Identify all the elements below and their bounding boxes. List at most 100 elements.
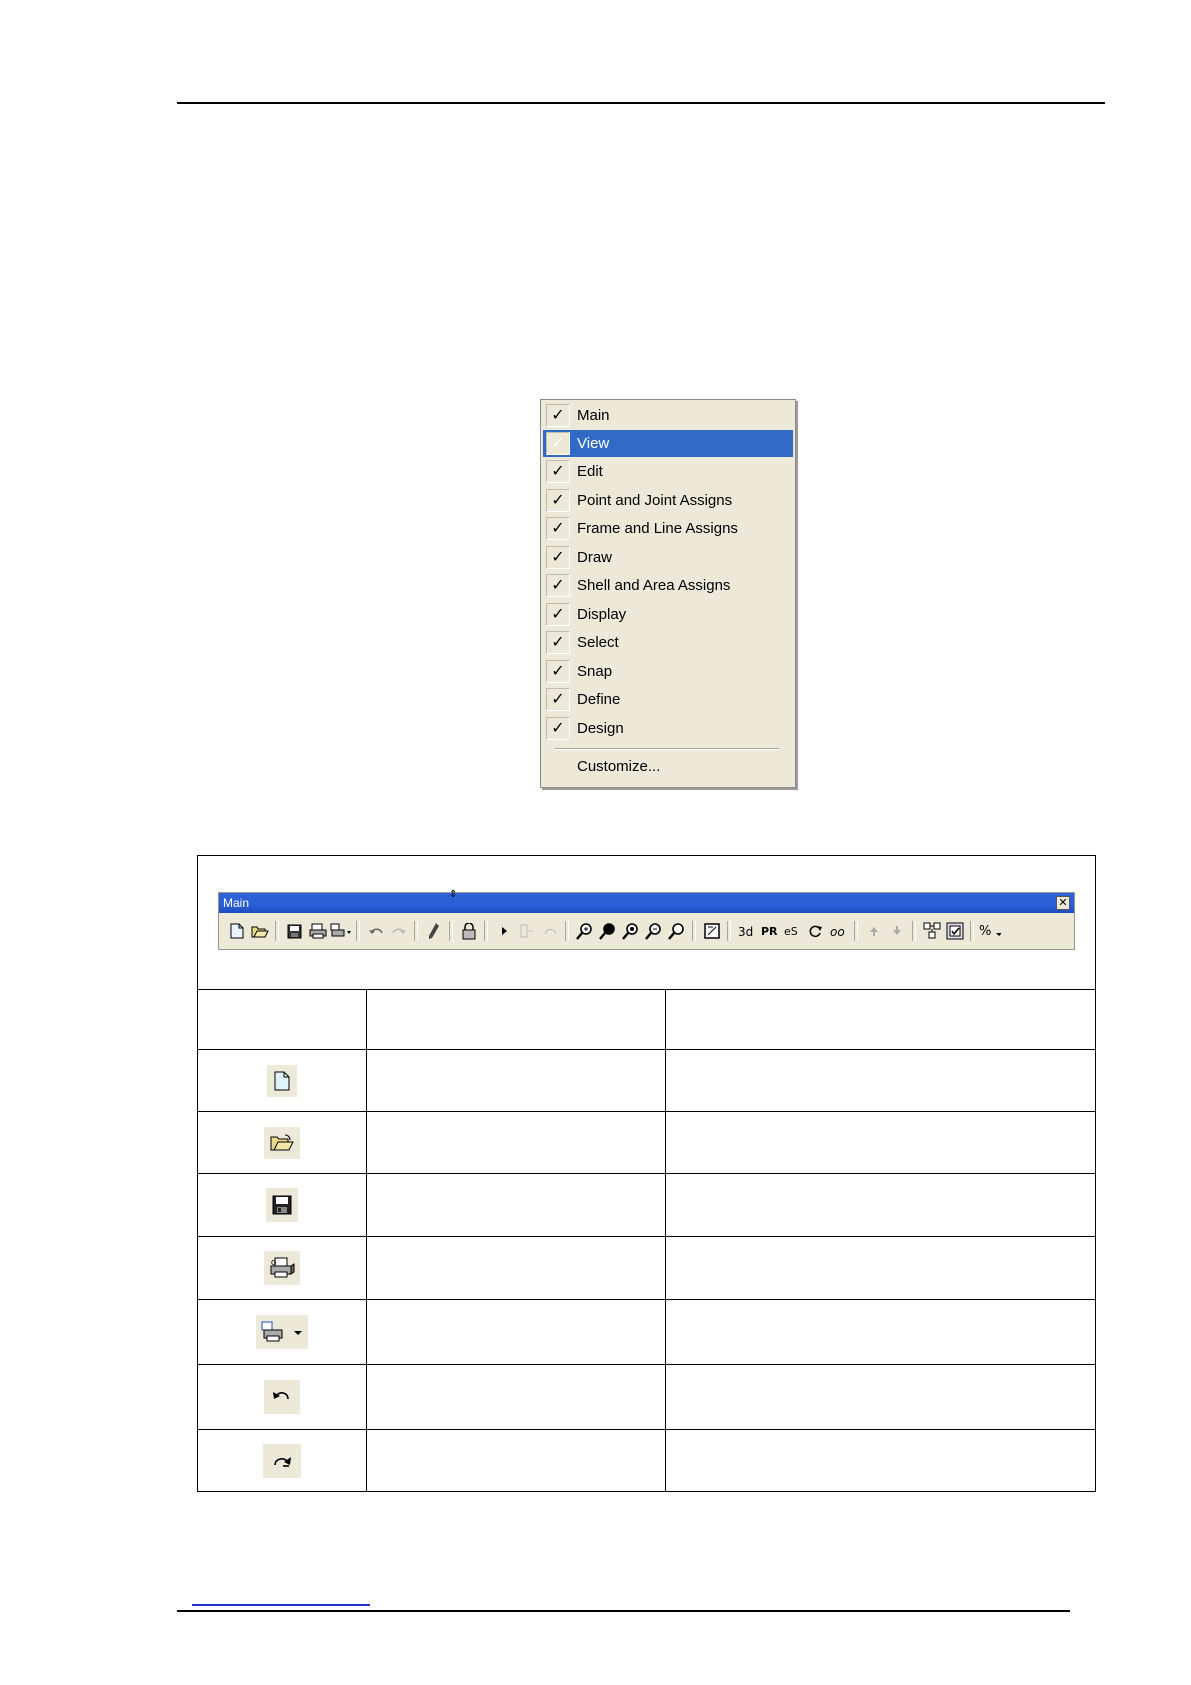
menu-item-frame-line-assigns[interactable]: ✓ Frame and Line Assigns	[543, 515, 793, 542]
toolbar-separator	[727, 921, 731, 941]
toolbar-title-bar[interactable]: Main ⇕ ✕	[219, 890, 1074, 913]
run-icon[interactable]	[492, 920, 515, 942]
menu-separator	[555, 748, 779, 750]
toolbar-separator	[414, 921, 418, 941]
menu-item-shell-area-assigns[interactable]: ✓ Shell and Area Assigns	[543, 572, 793, 599]
menu-item-snap[interactable]: ✓ Snap	[543, 658, 793, 685]
up-arrow-icon[interactable]	[862, 920, 885, 942]
zoom-pan-icon[interactable]	[665, 920, 688, 942]
toolbar-reference-table: Main ⇕ ✕ 3d PR eS oo % G	[197, 855, 1096, 1492]
footer-rule	[177, 1610, 1070, 1612]
step-icon[interactable]	[515, 920, 538, 942]
zoom-window-icon[interactable]	[573, 920, 596, 942]
toolbar-separator	[356, 921, 360, 941]
check-icon: ✓	[546, 688, 570, 711]
save-icon[interactable]	[283, 920, 306, 942]
refresh-icon[interactable]	[422, 920, 445, 942]
table-header-row	[198, 990, 1095, 1050]
check-icon: ✓	[546, 432, 570, 455]
menu-item-point-joint-assigns[interactable]: ✓ Point and Joint Assigns	[543, 487, 793, 514]
main-toolbar: Main ⇕ ✕ 3d PR eS oo %	[218, 890, 1075, 950]
toolbar-separator	[275, 921, 279, 941]
redo-icon	[263, 1444, 301, 1478]
new-file-icon	[267, 1064, 297, 1097]
toolbar-separator	[449, 921, 453, 941]
table-row	[198, 1050, 1095, 1112]
toolbar-separator	[692, 921, 696, 941]
open-folder-icon[interactable]	[248, 920, 271, 942]
elevation-view-icon[interactable]: eS	[781, 920, 804, 942]
object-shrink-icon[interactable]	[920, 920, 943, 942]
rubber-band-icon[interactable]	[700, 920, 723, 942]
menu-item-label: Design	[577, 720, 624, 737]
3d-view-icon[interactable]: 3d	[735, 920, 758, 942]
menu-item-main[interactable]: ✓ Main	[543, 402, 793, 429]
table-row	[198, 1365, 1095, 1430]
menu-item-label: Shell and Area Assigns	[577, 577, 731, 594]
save-icon	[266, 1188, 298, 1222]
menu-item-label: View	[577, 435, 610, 452]
menu-item-design[interactable]: ✓ Design	[543, 715, 793, 742]
table-row	[198, 1174, 1095, 1237]
table-row	[198, 1112, 1095, 1174]
footer-link[interactable]	[192, 1604, 370, 1606]
zoom-in-icon[interactable]	[596, 920, 619, 942]
toolbar-image-cell: Main ⇕ ✕ 3d PR eS oo %	[198, 856, 1095, 990]
menu-item-label: Edit	[577, 463, 603, 480]
header-rule	[177, 102, 1105, 104]
redo-icon[interactable]	[387, 920, 410, 942]
set-display-icon[interactable]	[943, 920, 966, 942]
menu-item-label: Snap	[577, 663, 613, 680]
zoom-out-icon[interactable]	[619, 920, 642, 942]
step-back-icon[interactable]	[538, 920, 561, 942]
toolbar-icons: 3d PR eS oo %	[225, 917, 1068, 945]
svg-text:oo: oo	[830, 925, 845, 938]
table-row	[198, 1300, 1095, 1365]
svg-text:3d: 3d	[738, 925, 753, 938]
menu-item-define[interactable]: ✓ Define	[543, 686, 793, 713]
plan-view-icon[interactable]: PR	[758, 920, 781, 942]
print-tables-dropdown-icon	[256, 1315, 308, 1349]
check-icon: ✓	[546, 460, 570, 483]
lock-icon[interactable]	[457, 920, 480, 942]
table-row	[198, 1430, 1095, 1492]
svg-text:PR: PR	[761, 925, 778, 938]
svg-text:%: %	[979, 924, 991, 939]
undo-icon	[264, 1380, 300, 1414]
toolbar-separator	[970, 921, 974, 941]
print-tables-icon[interactable]	[329, 920, 352, 942]
close-icon[interactable]: ✕	[1056, 896, 1070, 910]
units-icon[interactable]: %	[978, 920, 1001, 942]
menu-item-select[interactable]: ✓ Select	[543, 629, 793, 656]
open-folder-icon	[264, 1126, 300, 1159]
menu-item-customize[interactable]: Customize...	[577, 758, 660, 775]
check-icon: ✓	[546, 603, 570, 626]
menu-item-label: Frame and Line Assigns	[577, 520, 738, 537]
menu-item-draw[interactable]: ✓ Draw	[543, 544, 793, 571]
perspective-icon[interactable]: oo	[827, 920, 850, 942]
rotate-icon[interactable]	[804, 920, 827, 942]
toolbar-title: Main	[223, 896, 250, 910]
toolbar-separator	[565, 921, 569, 941]
check-icon: ✓	[546, 404, 570, 427]
down-arrow-icon[interactable]	[885, 920, 908, 942]
toolbar-separator	[854, 921, 858, 941]
check-icon: ✓	[546, 717, 570, 740]
menu-item-label: Display	[577, 606, 627, 623]
new-file-icon[interactable]	[225, 920, 248, 942]
menu-item-view[interactable]: ✓ View	[543, 430, 793, 457]
menu-item-label: Main	[577, 407, 610, 424]
print-graphics-icon[interactable]	[306, 920, 329, 942]
undo-icon[interactable]	[364, 920, 387, 942]
table-row: G	[198, 1237, 1095, 1300]
check-icon: ✓	[546, 631, 570, 654]
toolbar-separator	[484, 921, 488, 941]
menu-item-label: Define	[577, 691, 621, 708]
check-icon: ✓	[546, 489, 570, 512]
menu-item-display[interactable]: ✓ Display	[543, 601, 793, 628]
menu-item-edit[interactable]: ✓ Edit	[543, 458, 793, 485]
toolbar-separator	[912, 921, 916, 941]
check-icon: ✓	[546, 517, 570, 540]
check-icon: ✓	[546, 546, 570, 569]
zoom-restore-icon[interactable]	[642, 920, 665, 942]
